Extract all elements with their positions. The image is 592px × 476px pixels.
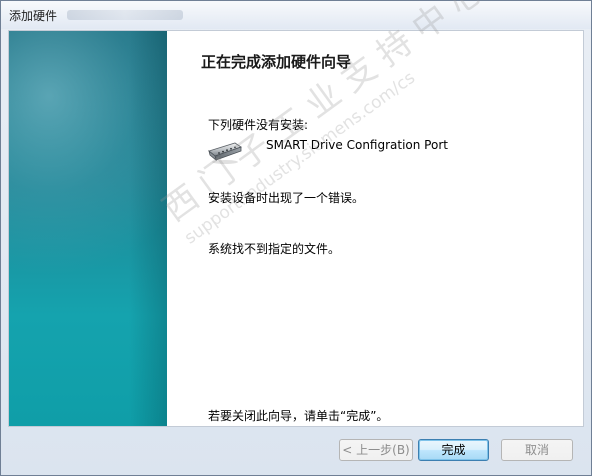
not-installed-label: 下列硬件没有安装: xyxy=(208,118,309,132)
button-bar: < 上一步(B) 完成 取消 xyxy=(1,428,591,475)
wizard-heading: 正在完成添加硬件向导 xyxy=(201,53,352,71)
wizard-side-panel xyxy=(9,31,167,426)
close-instruction: 若要关闭此向导，请单击“完成”。 xyxy=(208,409,389,423)
finish-button[interactable]: 完成 xyxy=(418,439,489,461)
window-title: 添加硬件 xyxy=(9,9,58,23)
add-hardware-dialog: 添加硬件 正在完成添加硬件向导 下列硬件没有安装: SMART Drive Co… xyxy=(0,0,592,476)
cancel-button[interactable]: 取消 xyxy=(501,439,573,461)
serial-port-connector-icon xyxy=(208,142,242,164)
device-name: SMART Drive Configration Port xyxy=(266,138,448,152)
back-button[interactable]: < 上一步(B) xyxy=(339,439,413,461)
title-bar[interactable]: 添加硬件 xyxy=(1,1,591,29)
wizard-page xyxy=(8,30,584,427)
error-message: 安装设备时出现了一个错误。 xyxy=(208,191,365,205)
blurred-title-area xyxy=(67,10,183,20)
error-detail: 系统找不到指定的文件。 xyxy=(208,242,341,256)
side-panel-shade xyxy=(129,31,167,426)
